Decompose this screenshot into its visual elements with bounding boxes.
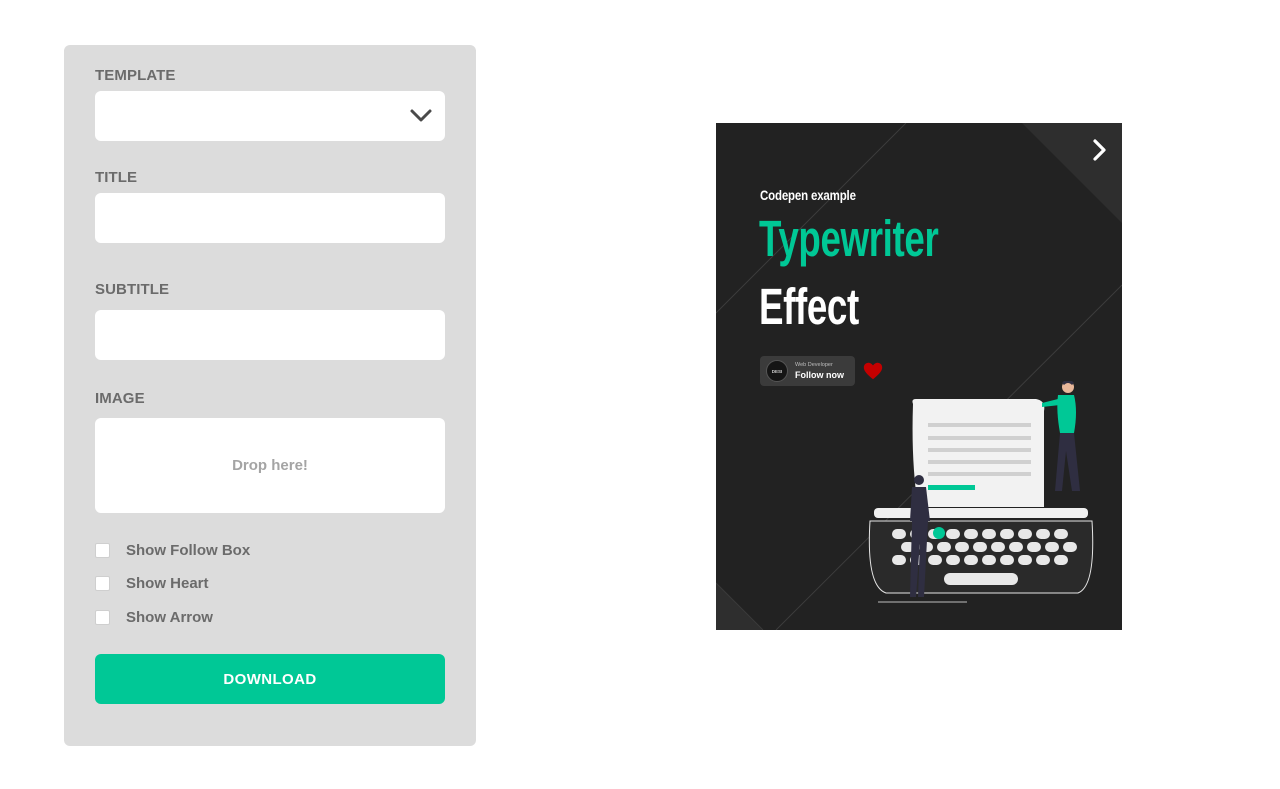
follow-box[interactable]: DESI Web Developer Follow now (760, 356, 855, 386)
show-heart-checkbox[interactable] (95, 575, 110, 591)
show-follow-box-checkbox[interactable] (95, 542, 110, 558)
follow-cta: Follow now (795, 370, 844, 380)
show-arrow-label: Show Arrow (126, 608, 213, 626)
download-button[interactable]: DOWNLOAD (95, 654, 445, 704)
follow-role: Web Developer (795, 362, 833, 368)
subtitle-input[interactable] (95, 310, 445, 360)
subtitle-label: SUBTITLE (95, 281, 170, 298)
preview-kicker: Codepen example (760, 187, 856, 203)
image-dropzone[interactable]: Drop here! (95, 418, 445, 513)
show-heart-label: Show Heart (126, 574, 209, 592)
show-follow-box-option[interactable]: Show Follow Box (95, 540, 250, 560)
template-select[interactable] (95, 91, 445, 141)
show-arrow-option[interactable]: Show Arrow (95, 607, 213, 627)
title-input[interactable] (95, 193, 445, 243)
preview-card: Codepen example Typewriter Effect DESI W… (716, 123, 1122, 630)
show-arrow-checkbox[interactable] (95, 609, 110, 625)
typewriter-illustration (868, 381, 1094, 603)
preview-title-line-2: Effect (759, 278, 859, 335)
avatar: DESI (766, 360, 788, 382)
template-label: TEMPLATE (95, 67, 176, 84)
chevron-right-icon[interactable] (1088, 137, 1112, 163)
image-label: IMAGE (95, 390, 145, 407)
show-follow-box-label: Show Follow Box (126, 541, 251, 559)
heart-icon (863, 362, 883, 380)
show-heart-option[interactable]: Show Heart (95, 573, 209, 593)
chevron-down-icon (410, 109, 432, 122)
title-label: TITLE (95, 169, 138, 186)
preview-title-line-1: Typewriter (759, 210, 939, 267)
settings-panel: TEMPLATE TITLE SUBTITLE IMAGE Drop here!… (64, 45, 476, 746)
